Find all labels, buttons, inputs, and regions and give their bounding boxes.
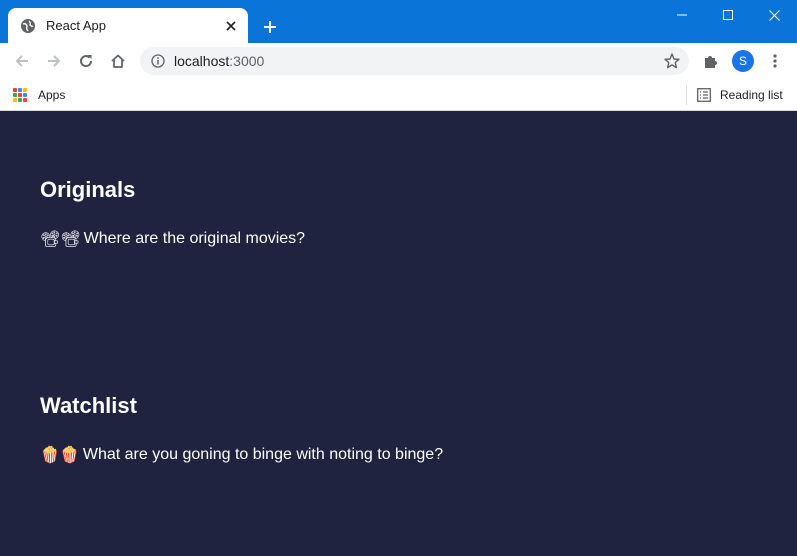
watchlist-heading: Watchlist (40, 393, 137, 418)
maximize-button[interactable] (705, 0, 751, 30)
menu-button[interactable] (765, 50, 785, 72)
arrow-left-icon (15, 55, 28, 67)
apps-bookmark[interactable]: Apps (13, 85, 65, 105)
home-button[interactable] (104, 47, 132, 75)
close-window-button[interactable] (751, 0, 797, 30)
popcorn-icon: 🍿🍿 (40, 447, 80, 464)
bookmarks-divider (686, 85, 687, 105)
apps-label: Apps (38, 88, 66, 102)
info-icon[interactable] (151, 54, 165, 68)
originals-empty-message: 📽📽 Where are the original movies? (40, 229, 305, 249)
home-icon (111, 54, 125, 68)
star-icon[interactable] (663, 52, 681, 70)
film-projector-icon: 📽📽 (40, 231, 81, 248)
close-tab-icon[interactable] (220, 15, 242, 37)
browser-toolbar: localhost:3000 S (0, 43, 797, 79)
watchlist-message-text: What are you goning to binge with noting… (82, 446, 444, 463)
url-port: :3000 (229, 53, 265, 69)
title-bar: React App (0, 0, 797, 43)
originals-heading: Originals (40, 177, 136, 202)
arrow-right-icon (48, 55, 61, 67)
reading-list-button[interactable]: Reading list (697, 85, 783, 105)
puzzle-icon (705, 56, 717, 68)
new-tab-button[interactable] (257, 14, 283, 40)
reload-button[interactable] (72, 47, 100, 75)
globe-icon (20, 18, 36, 34)
back-button[interactable] (8, 47, 36, 75)
url-host: localhost (174, 53, 230, 69)
forward-button[interactable] (40, 47, 68, 75)
address-bar[interactable]: localhost:3000 (140, 47, 689, 75)
minimize-button[interactable] (659, 0, 705, 30)
reading-list-icon (697, 88, 711, 102)
extensions-button[interactable] (700, 50, 722, 72)
originals-message-text: Where are the original movies? (83, 230, 306, 247)
watchlist-empty-message: 🍿🍿 What are you goning to binge with not… (40, 445, 443, 465)
reading-list-label: Reading list (720, 88, 783, 102)
bookmarks-bar: Apps Reading list (0, 79, 797, 111)
tab-title: React App (46, 18, 106, 33)
page-content: Originals 📽📽 Where are the original movi… (0, 112, 797, 556)
browser-tab[interactable]: React App (8, 8, 248, 43)
kebab-menu-icon (773, 54, 777, 68)
reload-icon (80, 55, 93, 68)
apps-grid-icon (13, 88, 27, 102)
profile-avatar[interactable]: S (732, 50, 754, 72)
url-text[interactable]: localhost:3000 (174, 53, 663, 69)
